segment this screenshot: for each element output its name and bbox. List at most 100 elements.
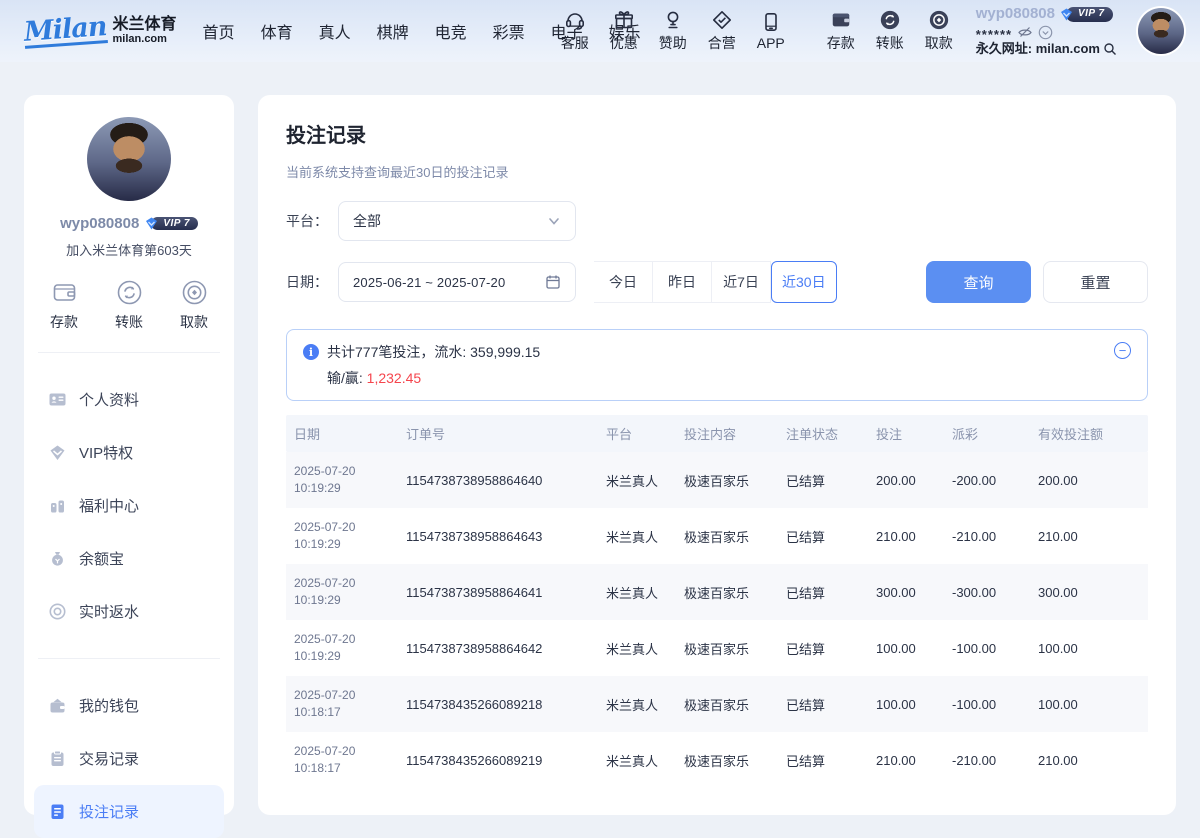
table-row: 2025-07-2010:19:29 1154738738958864641 米… [286,564,1148,620]
cell-order-number: 1154738738958864643 [398,529,598,544]
app-download-button[interactable]: APP [753,11,789,51]
sidebar-item-my-wallet[interactable]: 我的钱包 [34,679,224,732]
top-header: Milan 米兰体育 milan.com 首页体育真人棋牌电竞彩票电子娱乐 客服… [0,0,1200,62]
sidebar-item-yuebao[interactable]: 余额宝 [34,532,224,585]
profile-avatar[interactable] [87,117,171,201]
sidebar-item-label: 交易记录 [79,748,139,769]
transfer-icon [879,9,901,31]
affiliate-label: 合营 [708,33,736,53]
sponsorship-label: 赞助 [659,33,687,53]
sponsorship-button[interactable]: 赞助 [655,9,691,53]
page-title: 投注记录 [286,119,1148,148]
cell-order-number: 1154738435266089219 [398,753,598,768]
col-bet: 投注 [868,424,944,443]
quick-date-button[interactable]: 今日 [594,261,653,303]
sidebar-item-label: VIP特权 [79,442,133,463]
cell-bet-content: 极速百家乐 [676,695,778,714]
collapse-summary-button[interactable]: − [1114,342,1131,359]
quick-date-button[interactable]: 昨日 [653,261,712,303]
cell-platform: 米兰真人 [598,527,676,546]
nav-item[interactable]: 真人 [319,19,351,43]
table-row: 2025-07-2010:18:17 1154738435266089219 米… [286,732,1148,788]
affiliate-button[interactable]: 合营 [704,9,740,53]
col-status: 注单状态 [778,424,868,443]
query-button[interactable]: 查询 [926,261,1031,303]
sidebar-item-label: 我的钱包 [79,695,139,716]
cell-payout: -100.00 [944,697,1030,712]
quick-date-button[interactable]: 近7日 [712,261,771,303]
withdraw-outline-icon [181,279,208,306]
cell-bet-content: 极速百家乐 [676,583,778,602]
table-header-row: 日期 订单号 平台 投注内容 注单状态 投注 派彩 有效投注额 [286,415,1148,452]
date-range-input[interactable]: 2025-06-21 ~ 2025-07-20 [338,262,576,302]
chevron-down-icon [547,214,561,228]
page-subtitle: 当前系统支持查询最近30日的投注记录 [286,162,1148,181]
transfer-button[interactable]: 转账 [872,9,908,53]
cell-status: 已结算 [778,695,868,714]
nav-item[interactable]: 首页 [203,19,235,43]
col-payout: 派彩 [944,424,1030,443]
customer-service-label: 客服 [561,33,589,53]
col-platform: 平台 [598,424,676,443]
platform-filter-row: 平台： 全部 [286,201,1148,241]
cell-payout: -300.00 [944,585,1030,600]
transfer-label: 转账 [876,33,904,53]
eye-off-icon[interactable] [1017,24,1033,40]
nav-item[interactable]: 棋牌 [377,19,409,43]
quick-date-button[interactable]: 近30日 [771,261,837,303]
vip-badge[interactable]: VIP 7 [1059,7,1113,22]
sidebar-item-vip[interactable]: VIP特权 [34,426,224,479]
deposit-button[interactable]: 存款 [823,9,859,53]
nav-item[interactable]: 电竞 [435,19,467,43]
cell-status: 已结算 [778,639,868,658]
sidebar-divider [38,658,220,659]
sidebar: wyp080808 VIP 7 加入米兰体育第603天 存款 转账 取款 个人资… [24,95,234,815]
sidebar-menu-secondary: 我的钱包 交易记录 投注记录 [24,679,234,838]
customer-service-button[interactable]: 客服 [557,9,593,53]
cell-order-number: 1154738738958864640 [398,473,598,488]
chevron-down-circle-icon[interactable] [1038,25,1053,40]
withdraw-button[interactable]: 取款 [921,9,957,53]
app-download-label: APP [757,35,785,51]
bet-log-icon [48,802,67,821]
nav-item[interactable]: 体育 [261,19,293,43]
date-range-value: 2025-06-21 ~ 2025-07-20 [353,275,545,290]
cell-bet-amount: 100.00 [868,697,944,712]
magnifier-icon[interactable] [1103,42,1117,56]
brand-script: Milan [23,13,107,49]
benefits-icon [48,496,67,515]
transfer-outline-icon [116,279,143,306]
cell-order-number: 1154738738958864641 [398,585,598,600]
table-row: 2025-07-2010:18:17 1154738435266089218 米… [286,676,1148,732]
platform-select[interactable]: 全部 [338,201,576,241]
sidebar-item-transaction-records[interactable]: 交易记录 [34,732,224,785]
sidebar-item-rebate[interactable]: 实时返水 [34,585,224,638]
nav-item[interactable]: 彩票 [493,19,525,43]
id-card-icon [48,390,67,409]
cell-platform: 米兰真人 [598,471,676,490]
table-body: 2025-07-2010:19:29 1154738738958864640 米… [286,452,1148,788]
platform-label: 平台： [286,211,338,231]
reset-button[interactable]: 重置 [1043,261,1148,303]
cell-bet-amount: 300.00 [868,585,944,600]
cell-valid-amount: 200.00 [1030,473,1148,488]
sidebar-item-benefits[interactable]: 福利中心 [34,479,224,532]
winloss-label: 输/赢: [327,370,367,386]
user-avatar[interactable] [1138,8,1184,54]
sidebar-withdraw-button[interactable]: 取款 [180,279,208,332]
rebate-icon [48,602,67,621]
sidebar-vip-badge[interactable]: VIP 7 [144,216,198,231]
sidebar-transfer-button[interactable]: 转账 [115,279,143,332]
sidebar-deposit-button[interactable]: 存款 [50,279,78,332]
withdraw-icon [928,9,950,31]
cell-bet-amount: 200.00 [868,473,944,488]
col-date: 日期 [286,424,398,443]
sidebar-item-profile[interactable]: 个人资料 [34,373,224,426]
user-info-block: wyp080808 VIP 7 ****** 永久网址: milan.com [976,5,1117,57]
brand-logo[interactable]: Milan 米兰体育 milan.com [24,16,177,46]
promotions-button[interactable]: 优惠 [606,9,642,53]
cell-bet-content: 极速百家乐 [676,639,778,658]
wallet-icon [830,9,852,31]
cell-datetime: 2025-07-2010:19:29 [286,631,398,665]
vip-gem-icon [1059,7,1074,22]
